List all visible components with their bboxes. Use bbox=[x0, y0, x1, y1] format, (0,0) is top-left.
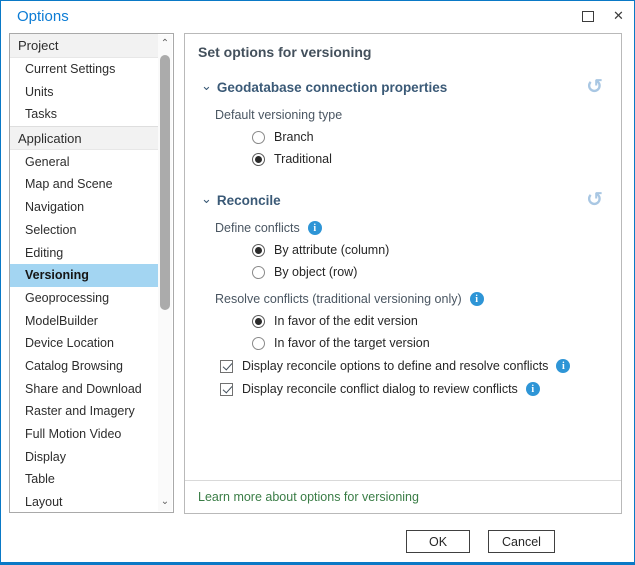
group-header-project: Project bbox=[10, 34, 158, 58]
ok-button[interactable]: OK bbox=[406, 530, 470, 553]
sidebar-item-navigation[interactable]: Navigation bbox=[10, 196, 158, 219]
settings-panel: Set options for versioning ⌄ Geodatabase… bbox=[184, 33, 622, 514]
maximize-button[interactable] bbox=[572, 1, 603, 31]
sidebar-item-units[interactable]: Units bbox=[10, 80, 158, 103]
checkbox-display-reconcile-options[interactable]: Display reconcile options to define and … bbox=[220, 359, 609, 373]
info-icon[interactable]: i bbox=[470, 292, 484, 306]
radio-by-object[interactable]: By object (row) bbox=[252, 265, 609, 279]
sidebar-item-tasks[interactable]: Tasks bbox=[10, 103, 158, 126]
reset-section-button[interactable]: ↺ bbox=[586, 192, 603, 208]
panel-footer: Learn more about options for versioning bbox=[185, 480, 621, 513]
window-buttons: ✕ bbox=[572, 1, 634, 31]
titlebar: Options ✕ bbox=[1, 1, 634, 31]
maximize-icon bbox=[582, 11, 594, 22]
checkbox-display-reconcile-dialog[interactable]: Display reconcile conflict dialog to rev… bbox=[220, 382, 609, 396]
info-icon[interactable]: i bbox=[526, 382, 540, 396]
sidebar-item-editing[interactable]: Editing bbox=[10, 241, 158, 264]
sidebar-item-geoprocessing[interactable]: Geoprocessing bbox=[10, 287, 158, 310]
info-icon[interactable]: i bbox=[308, 221, 322, 235]
radio-unchecked-icon[interactable] bbox=[252, 337, 265, 350]
options-dialog: Options ✕ Project Current Settings Units… bbox=[0, 0, 635, 565]
info-icon[interactable]: i bbox=[556, 359, 570, 373]
sidebar-item-raster-and-imagery[interactable]: Raster and Imagery bbox=[10, 400, 158, 423]
scrollbar-thumb[interactable] bbox=[160, 55, 170, 310]
field-label-define-conflicts: Define conflicts i bbox=[215, 221, 609, 235]
radio-branch[interactable]: Branch bbox=[252, 130, 609, 144]
radio-unchecked-icon[interactable] bbox=[252, 266, 265, 279]
sidebar-item-layout[interactable]: Layout bbox=[10, 491, 158, 513]
chevron-down-icon: ⌄ bbox=[201, 78, 212, 94]
sidebar-item-general[interactable]: General bbox=[10, 150, 158, 173]
category-rows: Project Current Settings Units Tasks App… bbox=[10, 34, 158, 512]
section-header-geodatabase-connection[interactable]: ⌄ Geodatabase connection properties ↺ bbox=[198, 79, 609, 95]
radio-checked-icon[interactable] bbox=[252, 153, 265, 166]
options-category-list: Project Current Settings Units Tasks App… bbox=[9, 33, 174, 513]
learn-more-link[interactable]: Learn more about options for versioning bbox=[198, 490, 419, 504]
radio-favor-target-version[interactable]: In favor of the target version bbox=[252, 336, 609, 350]
sidebar-item-device-location[interactable]: Device Location bbox=[10, 332, 158, 355]
radio-checked-icon[interactable] bbox=[252, 315, 265, 328]
scroll-down-icon[interactable]: ⌄ bbox=[158, 495, 172, 509]
page-title: Set options for versioning bbox=[198, 44, 609, 60]
settings-content: Set options for versioning ⌄ Geodatabase… bbox=[185, 34, 621, 480]
radio-unchecked-icon[interactable] bbox=[252, 131, 265, 144]
group-header-application: Application bbox=[10, 126, 158, 151]
checkbox-checked-icon[interactable] bbox=[220, 383, 233, 396]
field-label-resolve-conflicts: Resolve conflicts (traditional versionin… bbox=[215, 292, 609, 306]
reset-section-button[interactable]: ↺ bbox=[586, 79, 603, 95]
dialog-title: Options bbox=[17, 8, 69, 25]
field-label-default-versioning-type: Default versioning type bbox=[215, 108, 609, 122]
radio-favor-edit-version[interactable]: In favor of the edit version bbox=[252, 314, 609, 328]
sidebar-item-versioning[interactable]: Versioning bbox=[10, 264, 158, 287]
section-header-reconcile[interactable]: ⌄ Reconcile ↺ bbox=[198, 192, 609, 208]
sidebar-item-selection[interactable]: Selection bbox=[10, 219, 158, 242]
sidebar-scrollbar[interactable]: ⌃ ⌄ bbox=[158, 35, 172, 511]
sidebar-item-map-and-scene[interactable]: Map and Scene bbox=[10, 173, 158, 196]
sidebar-item-catalog-browsing[interactable]: Catalog Browsing bbox=[10, 355, 158, 378]
sidebar-item-table[interactable]: Table bbox=[10, 468, 158, 491]
radio-checked-icon[interactable] bbox=[252, 244, 265, 257]
sidebar-item-current-settings[interactable]: Current Settings bbox=[10, 58, 158, 81]
cancel-button[interactable]: Cancel bbox=[488, 530, 555, 553]
sidebar-item-modelbuilder[interactable]: ModelBuilder bbox=[10, 309, 158, 332]
chevron-down-icon: ⌄ bbox=[201, 191, 212, 207]
sidebar-item-share-and-download[interactable]: Share and Download bbox=[10, 377, 158, 400]
close-button[interactable]: ✕ bbox=[603, 1, 634, 31]
scroll-up-icon[interactable]: ⌃ bbox=[158, 37, 172, 51]
sidebar-item-display[interactable]: Display bbox=[10, 445, 158, 468]
checkbox-checked-icon[interactable] bbox=[220, 360, 233, 373]
sidebar-item-full-motion-video[interactable]: Full Motion Video bbox=[10, 423, 158, 446]
close-icon: ✕ bbox=[613, 8, 624, 24]
radio-by-attribute[interactable]: By attribute (column) bbox=[252, 243, 609, 257]
radio-traditional[interactable]: Traditional bbox=[252, 152, 609, 166]
